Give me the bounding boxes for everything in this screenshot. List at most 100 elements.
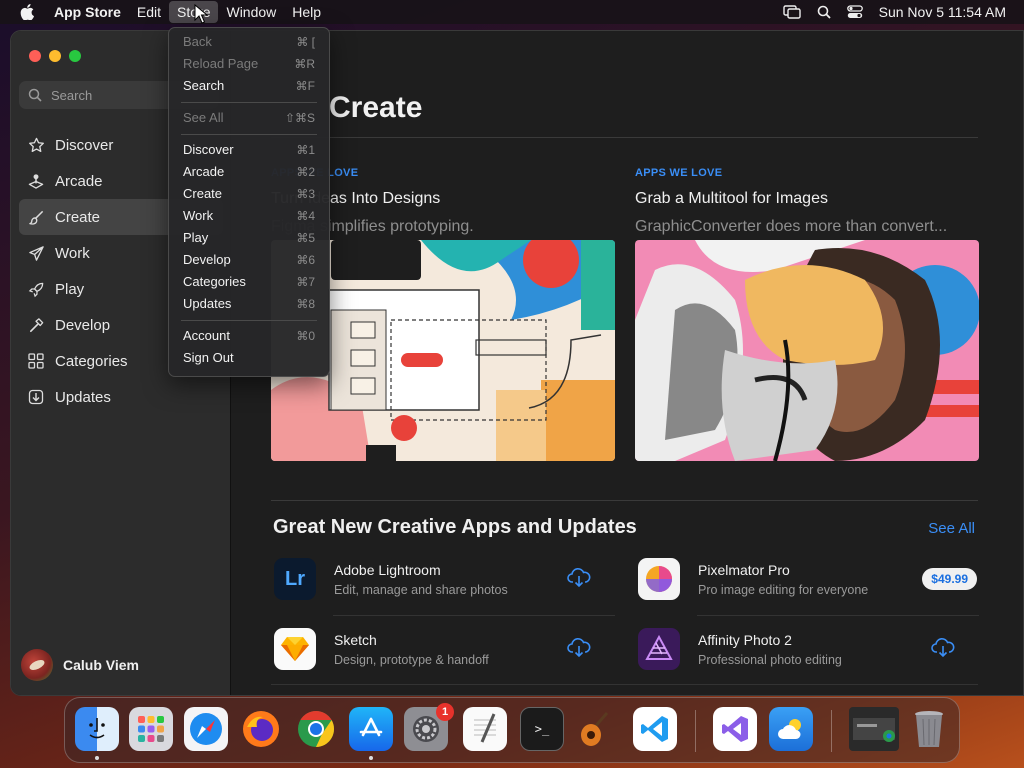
paintbrush-icon [27,208,45,226]
menu-clock[interactable]: Sun Nov 5 11:54 AM [879,4,1006,20]
sidebar-item-label: Categories [55,352,128,370]
menu-item-label: See All [183,110,224,125]
traffic-lights [29,50,81,62]
card-kicker: APPS WE LOVE [635,167,723,179]
price-button[interactable]: $49.99 [922,568,977,590]
weather-icon[interactable] [769,707,813,751]
menu-item-label: Discover [183,142,234,157]
dock-divider [831,710,832,752]
screen-mirroring-icon[interactable] [782,5,801,19]
app-name: Pixelmator Pro [698,561,790,578]
menu-item-categories[interactable]: Categories ⌘7 [169,271,329,293]
system-settings-icon[interactable]: 1 [404,703,454,751]
menu-item-search[interactable]: Search ⌘F [169,75,329,97]
vscode-icon[interactable] [633,707,677,751]
menu-item-label: Arcade [183,164,225,179]
menu-item-create[interactable]: Create ⌘3 [169,183,329,205]
paper-plane-icon [27,244,45,262]
sidebar-item-label: Work [55,244,90,262]
menu-item-shortcut: ⌘1 [296,143,315,157]
minimize-window-button[interactable] [49,50,61,62]
safari-icon[interactable] [184,707,228,751]
menu-item-shortcut: ⌘4 [296,209,315,223]
spotlight-search-icon[interactable] [817,5,831,19]
menu-item-work[interactable]: Work ⌘4 [169,205,329,227]
menu-window[interactable]: Window [218,1,284,23]
download-icon [27,388,45,406]
card-title: Grab a Multitool for Images [635,190,828,207]
app-description: Professional photo editing [698,652,842,667]
close-window-button[interactable] [29,50,41,62]
menu-item-shortcut: ⌘2 [296,165,315,179]
menu-item-shortcut: ⌘8 [296,297,315,311]
apple-menu-icon[interactable] [17,2,37,22]
running-indicator [95,756,99,760]
textedit-icon[interactable] [463,707,507,751]
rocket-icon [27,280,45,298]
menu-help[interactable]: Help [284,1,329,23]
menu-item-shortcut: ⌘7 [296,275,315,289]
launchpad-icon[interactable] [129,707,173,751]
menu-item-updates[interactable]: Updates ⌘8 [169,293,329,315]
user-name: Calub Viem [63,657,139,673]
menu-item-label: Work [183,208,214,223]
finder-icon[interactable] [75,707,119,751]
card-subtitle: GraphicConverter does more than convert.… [635,218,948,235]
featured-card-graphicconverter[interactable]: APPS WE LOVE Grab a Multitool for Images… [635,167,979,461]
menu-app-store[interactable]: App Store [47,1,129,23]
search-placeholder: Search [51,87,93,103]
cloud-download-icon[interactable] [931,637,955,664]
menu-item-see-all[interactable]: See All ⇧⌘S [169,107,329,129]
menu-item-back[interactable]: Back ⌘ [ [169,31,329,53]
chrome-icon[interactable] [294,707,338,751]
control-center-icon[interactable] [846,5,863,19]
menu-item-shortcut: ⇧⌘S [284,111,315,125]
see-all-link[interactable]: See All [928,520,975,537]
menu-item-develop[interactable]: Develop ⌘6 [169,249,329,271]
cloud-download-icon[interactable] [567,567,591,594]
terminal-icon[interactable]: >_ [520,707,564,751]
app-description: Design, prototype & handoff [334,652,489,667]
menu-item-label: Back [183,34,212,49]
cloud-download-icon[interactable] [567,637,591,664]
row-divider [271,684,978,685]
garageband-icon[interactable] [575,707,619,751]
sidebar-item-updates[interactable]: Updates [19,379,223,415]
window-thumbnail-icon[interactable] [849,707,899,751]
app-row-affinity[interactable]: Affinity Photo 2 Professional photo edit… [635,619,977,679]
menu-item-label: Create [183,186,223,201]
running-indicator [369,756,373,760]
star-icon [27,136,45,154]
zoom-window-button[interactable] [69,50,81,62]
menu-item-label: Updates [183,296,232,311]
user-account[interactable]: Calub Viem [21,649,139,681]
dock: 1 >_ [64,697,960,763]
graphicconverter-illustration [635,240,979,461]
avatar [21,649,53,681]
app-row-pixelmator[interactable]: Pixelmator Pro Pro image editing for eve… [635,549,977,609]
sidebar-item-label: Discover [55,136,114,154]
menu-item-account[interactable]: Account ⌘0 [169,325,329,347]
title-divider [271,137,978,138]
menu-item-play[interactable]: Play ⌘5 [169,227,329,249]
main-content: Create APPS WE LOVE Turn Ideas Into Desi… [231,31,1023,695]
app-description: Edit, manage and share photos [334,582,508,597]
visual-studio-icon[interactable] [713,707,757,751]
menu-item-shortcut: ⌘5 [296,231,315,245]
menu-item-sign-out[interactable]: Sign Out [169,347,329,369]
grid-icon [27,352,45,370]
menu-separator [181,134,317,135]
notification-badge: 1 [436,703,454,721]
menu-item-arcade[interactable]: Arcade ⌘2 [169,161,329,183]
app-row-sketch[interactable]: Sketch Design, prototype & handoff [271,619,613,679]
sidebar-item-label: Play [55,280,85,298]
joystick-icon [27,172,45,190]
trash-icon[interactable] [907,707,951,751]
menu-item-discover[interactable]: Discover ⌘1 [169,139,329,161]
app-row-lightroom[interactable]: Lr Adobe Lightroom Edit, manage and shar… [271,549,613,609]
menu-item-reload-page[interactable]: Reload Page ⌘R [169,53,329,75]
firefox-icon[interactable] [239,707,283,751]
app-store-icon[interactable] [349,707,393,751]
menu-edit[interactable]: Edit [129,1,169,23]
page-title: Create [329,91,423,124]
